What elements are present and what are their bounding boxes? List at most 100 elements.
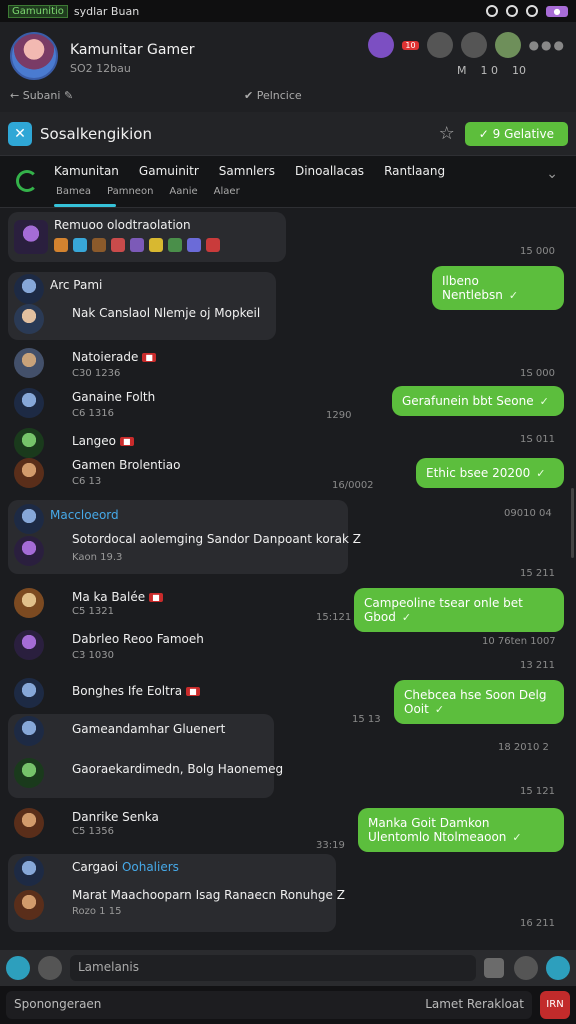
emoji-icon xyxy=(73,238,87,252)
sender-name: Danrike Senka xyxy=(72,810,159,824)
avatar[interactable] xyxy=(14,504,44,534)
avatar[interactable] xyxy=(14,856,44,886)
member-avatar[interactable] xyxy=(426,32,453,58)
group-bar: ✕ Sosalkengikion ☆ ✓ 9 Gelative xyxy=(0,112,576,156)
bottom-right-label[interactable]: Lamet Rerakloat xyxy=(425,997,524,1011)
avatar[interactable] xyxy=(14,388,44,418)
header-icons: 10 ●●● xyxy=(368,32,566,58)
member-avatar[interactable] xyxy=(368,32,395,58)
stat: M xyxy=(457,64,467,77)
sender-name: Maccloeord xyxy=(50,508,119,522)
tab[interactable]: Dinoallacas xyxy=(295,164,364,178)
tab[interactable]: Kamunitan xyxy=(54,164,119,178)
stat: 1 0 xyxy=(480,64,499,77)
notification-badge: 10 xyxy=(402,40,419,50)
tab[interactable]: Samnlers xyxy=(219,164,275,178)
avatar[interactable] xyxy=(14,630,44,660)
tab[interactable]: Rantlaang xyxy=(384,164,445,178)
emoji-icon xyxy=(187,238,201,252)
sender-name-text: Natoierade xyxy=(72,350,139,364)
avatar[interactable] xyxy=(14,536,44,566)
avatar[interactable] xyxy=(10,32,58,80)
app-icon[interactable] xyxy=(6,956,30,980)
sender-name-text: Langeo xyxy=(72,434,116,448)
attach-icon[interactable] xyxy=(484,958,504,978)
pencil-icon: ✎ xyxy=(63,89,74,102)
outgoing-message[interactable]: Ethic bsee 20200 ✓ xyxy=(416,458,564,488)
message-time: 15:121 xyxy=(316,612,352,623)
message-time: 15 13 xyxy=(352,714,381,725)
tabs-bar: Kamunitan Gamuinitr Samnlers Dinoallacas… xyxy=(0,156,576,208)
member-avatar[interactable] xyxy=(460,32,487,58)
group-action-button[interactable]: ✓ 9 Gelative xyxy=(464,121,568,146)
status-title: sydlar Buan xyxy=(73,4,140,18)
more-icon[interactable]: ●●● xyxy=(529,38,566,52)
tab-subs: Bamea Pamneon Aanie Alaer xyxy=(56,186,240,197)
check-icon: ✓ xyxy=(401,611,412,624)
avatar[interactable] xyxy=(14,348,44,378)
sender-name: Bonghes Ife Eoltra ■ xyxy=(72,684,200,698)
avatar[interactable] xyxy=(14,274,44,304)
outgoing-message[interactable]: Ilbeno Nentlebsn ✓ xyxy=(432,266,564,310)
message-text: Remuoo olodtraolation xyxy=(54,218,191,232)
battery-icon: ● xyxy=(546,5,568,17)
role-badge: ■ xyxy=(142,353,156,362)
message-time: 10 76ten 1007 xyxy=(482,636,556,647)
sender-sub: Rozo 1 15 xyxy=(72,906,122,917)
outgoing-message[interactable]: Chebcea hse Soon Delg Ooit ✓ xyxy=(394,680,564,724)
role-badge: ■ xyxy=(186,687,200,696)
message-text: Gaoraekardimedn, Bolg Haonemeg xyxy=(72,762,284,776)
avatar[interactable] xyxy=(14,808,44,838)
emoji-icon[interactable] xyxy=(514,956,538,980)
star-icon[interactable]: ☆ xyxy=(439,123,455,144)
emoji-icon xyxy=(92,238,106,252)
user-icon[interactable] xyxy=(546,956,570,980)
avatar[interactable] xyxy=(14,428,44,458)
message-text: Nak Canslaol Nlemje oj Mopkeil xyxy=(72,306,261,320)
member-avatar[interactable] xyxy=(494,32,521,58)
search-icon[interactable] xyxy=(38,956,62,980)
sender-sub: C5 1321 xyxy=(72,606,114,617)
sender-name: Dabrleo Reoo Famoeh xyxy=(72,632,204,646)
check-icon: ✓ xyxy=(508,289,519,302)
message-list[interactable]: Remuoo olodtraolation 15 000 Arc Pami Na… xyxy=(0,208,576,950)
message-time: 33:19 xyxy=(316,840,345,851)
message-text: Manka Goit Damkon Ulentomlo Ntolmeaoon xyxy=(368,816,507,844)
message-time: 13 211 xyxy=(520,660,555,671)
message-input[interactable]: Lamelanis xyxy=(70,955,476,981)
status-bar: Gamunitio sydlar Buan ● xyxy=(0,0,576,22)
avatar[interactable] xyxy=(14,678,44,708)
scrollbar[interactable] xyxy=(571,488,574,558)
refresh-icon[interactable] xyxy=(16,170,38,192)
outgoing-message[interactable]: Campeoline tsear onle bet Gbod ✓ xyxy=(354,588,564,632)
page-title: Kamunitar Gamer xyxy=(70,42,195,58)
sender-name: Langeo ■ xyxy=(72,434,134,448)
group-icon: ✕ xyxy=(8,121,32,146)
outgoing-message[interactable]: Gerafunein bbt Seone ✓ xyxy=(392,386,564,416)
avatar[interactable] xyxy=(14,716,44,746)
check-icon: ✓ xyxy=(434,703,445,716)
message-time: 15 121 xyxy=(520,786,555,797)
emoji-icon xyxy=(111,238,125,252)
avatar[interactable] xyxy=(14,588,44,618)
avatar[interactable] xyxy=(14,890,44,920)
stat: 10 xyxy=(512,64,526,77)
chevron-down-icon[interactable]: ⌄ xyxy=(546,166,558,182)
tab-sub: Bamea xyxy=(56,186,92,197)
emoji-icon xyxy=(168,238,182,252)
avatar[interactable] xyxy=(14,458,44,488)
sender-sub: C5 1356 xyxy=(72,826,114,837)
avatar[interactable] xyxy=(14,304,44,334)
message-time: 15 211 xyxy=(520,568,555,579)
header-center-label[interactable]: ✔ Pelncice xyxy=(244,89,302,102)
message-bubble[interactable]: Remuoo olodtraolation xyxy=(8,212,286,262)
group-action-label: 9 Gelative xyxy=(492,126,554,141)
send-button[interactable]: IRN xyxy=(540,991,570,1019)
tab[interactable]: Gamuinitr xyxy=(139,164,199,178)
clock-icon xyxy=(486,5,498,17)
back-button[interactable]: ← Subani ✎ xyxy=(10,89,73,102)
outgoing-message[interactable]: Manka Goit Damkon Ulentomlo Ntolmeaoon ✓ xyxy=(358,808,564,852)
back-label: Subani xyxy=(22,89,61,102)
avatar[interactable] xyxy=(14,758,44,788)
group-title: Sosalkengikion xyxy=(40,124,152,143)
